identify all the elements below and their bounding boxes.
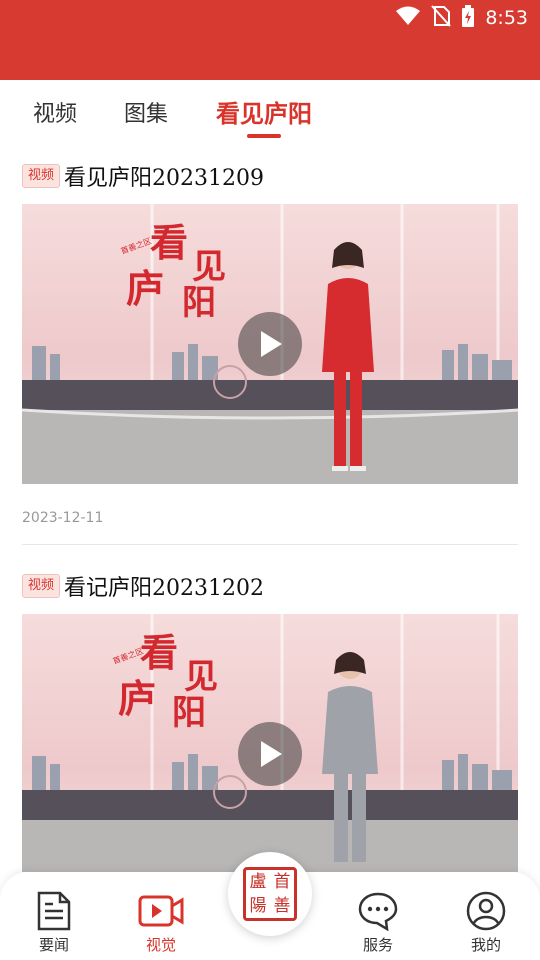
video-feed[interactable]: 视频 看见庐阳20231209 看 见 庐 阳 首善之区 2023-12-11 …: [0, 142, 540, 872]
divider: [22, 544, 518, 545]
status-icons: 8:53: [395, 5, 528, 31]
svg-text:见: 见: [184, 657, 218, 697]
news-document-icon: [19, 890, 89, 932]
play-icon: [261, 741, 282, 767]
battery-charging-icon: [461, 5, 475, 31]
svg-text:看: 看: [150, 220, 188, 265]
video-thumbnail[interactable]: 看 见 庐 阳 首善之区: [22, 204, 518, 484]
feed-card[interactable]: 视频 看记庐阳20231202 看 见 庐 阳 首善之区: [22, 568, 518, 872]
seal-char: 首: [273, 871, 291, 892]
svg-text:庐: 庐: [126, 266, 164, 311]
tab-gallery[interactable]: 图集: [124, 96, 168, 128]
svg-text:见: 见: [192, 247, 226, 287]
video-badge: 视频: [22, 574, 61, 598]
nav-label: 我的: [470, 936, 501, 954]
seal-char: 陽: [249, 895, 267, 916]
card-header: 视频 看记庐阳20231202: [22, 568, 518, 604]
status-bar: 8:53: [0, 0, 540, 80]
user-profile-icon: [451, 890, 521, 932]
nav-item-visual[interactable]: 视觉: [126, 890, 196, 955]
top-tab-bar: 视频 图集 看见庐阳: [0, 80, 540, 142]
card-title[interactable]: 看见庐阳20231209: [64, 160, 264, 192]
center-home-button[interactable]: 盧 首 陽 善: [228, 852, 312, 936]
card-header: 视频 看见庐阳20231209: [22, 158, 518, 194]
nav-label: 服务: [362, 936, 393, 954]
luyang-logo-seal: 盧 首 陽 善: [243, 867, 297, 921]
video-badge: 视频: [22, 164, 61, 188]
nav-item-news[interactable]: 要闻: [19, 890, 89, 955]
nav-item-profile[interactable]: 我的: [451, 890, 521, 955]
feed-card[interactable]: 视频 看见庐阳20231209 看 见 庐 阳 首善之区 2023-12-11: [22, 158, 518, 545]
nav-label: 视觉: [145, 936, 176, 954]
chat-bubble-icon: [343, 890, 413, 932]
status-time: 8:53: [485, 7, 528, 29]
play-icon: [261, 331, 282, 357]
card-title[interactable]: 看记庐阳20231202: [64, 570, 264, 602]
svg-text:庐: 庐: [118, 676, 156, 721]
svg-text:阳: 阳: [172, 693, 206, 733]
svg-text:看: 看: [140, 630, 178, 675]
nav-label: 要闻: [38, 936, 69, 954]
seal-char: 盧: [249, 871, 267, 892]
active-tab-indicator: [247, 134, 281, 138]
video-camera-icon: [126, 890, 196, 932]
video-thumbnail[interactable]: 看 见 庐 阳 首善之区: [22, 614, 518, 872]
tab-kanjian-luyang[interactable]: 看见庐阳: [216, 94, 312, 129]
no-sim-icon: [431, 5, 452, 31]
wifi-icon: [395, 6, 421, 30]
svg-text:阳: 阳: [182, 283, 216, 323]
seal-char: 善: [273, 895, 291, 916]
tab-video[interactable]: 视频: [33, 96, 77, 128]
play-button[interactable]: [238, 722, 302, 786]
publish-date: 2023-12-11: [22, 510, 104, 526]
play-button[interactable]: [238, 312, 302, 376]
nav-item-service[interactable]: 服务: [343, 890, 413, 955]
